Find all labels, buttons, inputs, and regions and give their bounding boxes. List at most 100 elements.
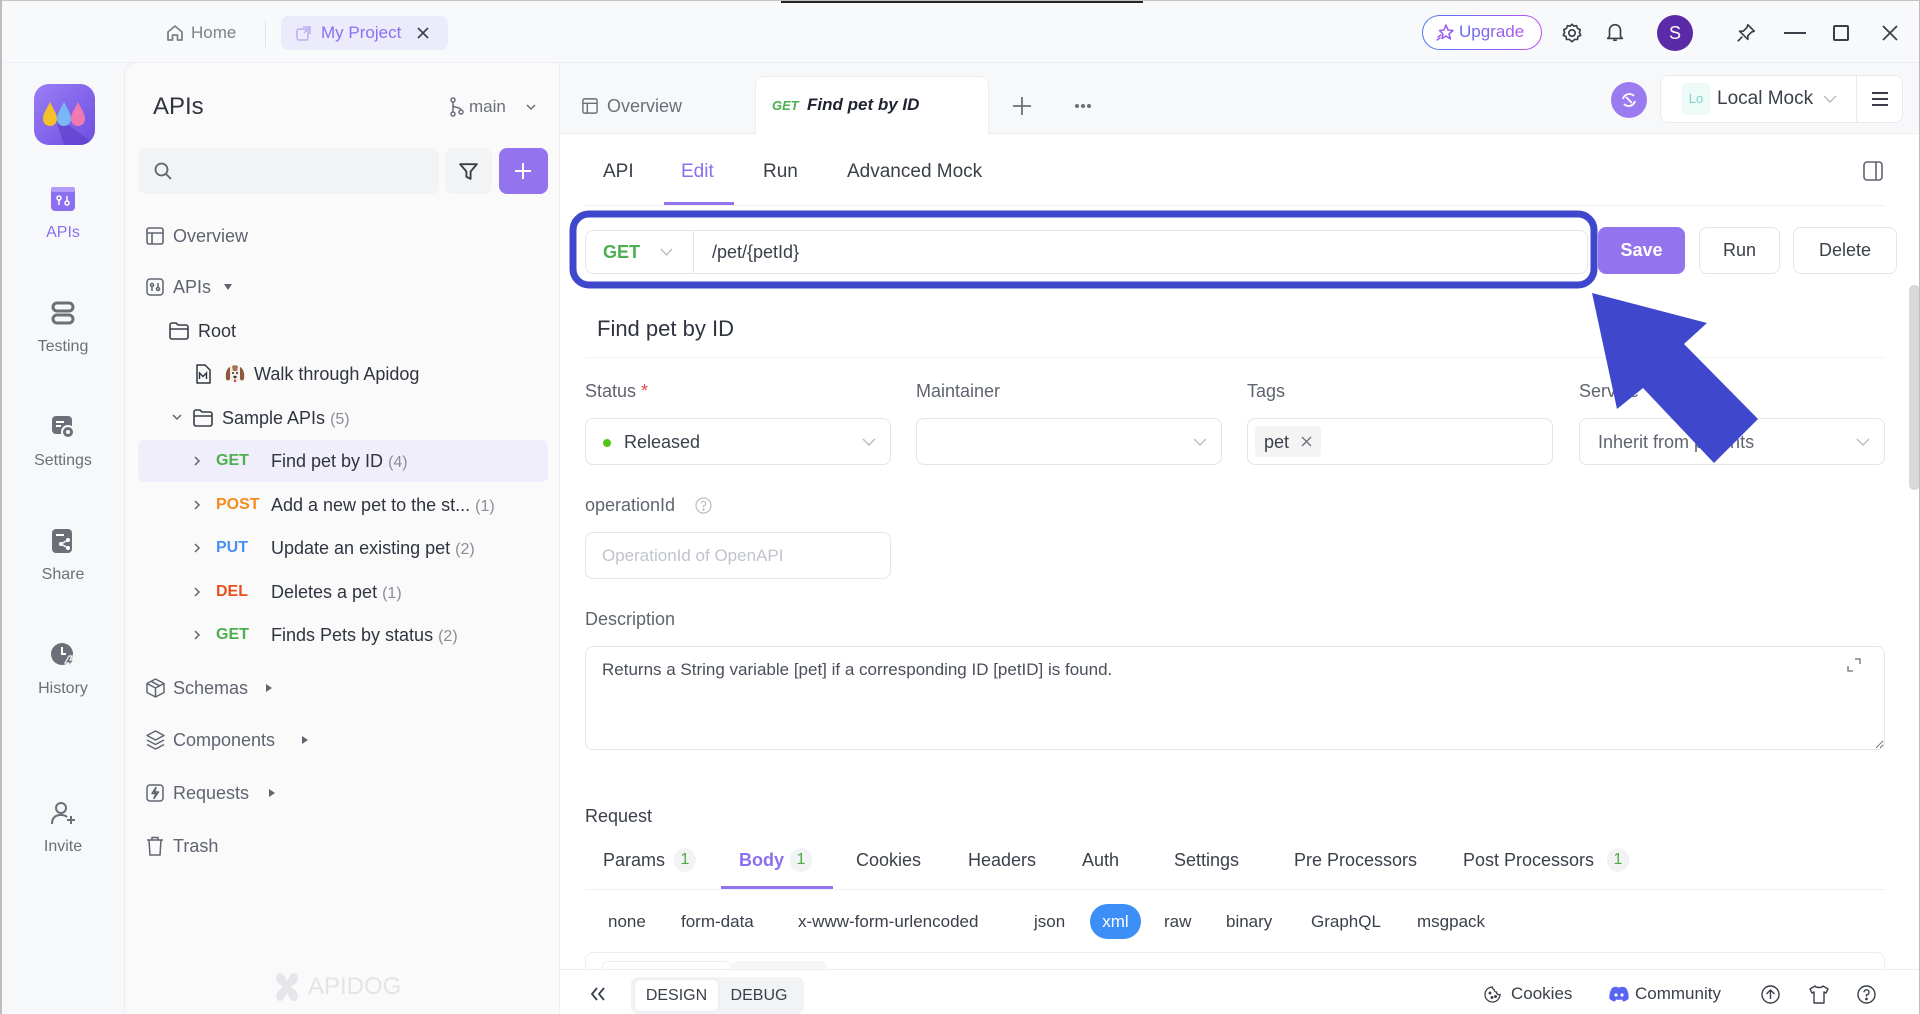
sidebar-item-requests[interactable]: Requests bbox=[138, 772, 548, 814]
maintainer-select[interactable] bbox=[916, 418, 1222, 465]
tree-endpoint[interactable]: GET Find pet by ID (4) bbox=[138, 440, 548, 482]
delete-button[interactable]: Delete bbox=[1793, 227, 1897, 274]
subtab-advanced-mock[interactable]: Advanced Mock bbox=[847, 160, 982, 184]
subtab-run[interactable]: Run bbox=[763, 160, 798, 184]
method-select[interactable]: GET bbox=[586, 231, 694, 273]
home-tab[interactable]: Home bbox=[162, 17, 252, 49]
body-type-urlencoded[interactable]: x-www-form-urlencoded bbox=[798, 910, 978, 934]
subtab-api[interactable]: API bbox=[603, 160, 634, 184]
environment-selector[interactable]: Lo Local Mock bbox=[1660, 75, 1903, 123]
search-input[interactable] bbox=[178, 148, 428, 194]
filter-button[interactable] bbox=[445, 148, 492, 194]
body-type-msgpack[interactable]: msgpack bbox=[1417, 910, 1485, 934]
chevron-right-icon[interactable] bbox=[193, 455, 201, 467]
collapse-sidebar-icon[interactable] bbox=[590, 987, 606, 1001]
more-tabs-icon[interactable] bbox=[1074, 103, 1092, 109]
caret-right-icon[interactable] bbox=[269, 789, 275, 797]
body-type-json[interactable]: json bbox=[1034, 910, 1065, 934]
gear-icon[interactable] bbox=[1561, 22, 1583, 44]
maximize-icon[interactable] bbox=[1833, 25, 1849, 41]
sync-button[interactable] bbox=[1611, 82, 1647, 118]
window-top-strip bbox=[781, 1, 1143, 3]
tree-endpoint[interactable]: POST Add a new pet to the st... (1) bbox=[138, 484, 548, 526]
body-type-none[interactable]: none bbox=[608, 910, 646, 934]
tree-endpoint[interactable]: GET Finds Pets by status (2) bbox=[138, 614, 548, 656]
chevron-right-icon[interactable] bbox=[193, 542, 201, 554]
request-tab-headers[interactable]: Headers bbox=[968, 848, 1036, 872]
upload-circle-icon[interactable] bbox=[1761, 985, 1780, 1004]
rail-item-settings[interactable]: Settings bbox=[2, 414, 124, 484]
tab-find-pet-by-id[interactable]: GET Find pet by ID bbox=[755, 76, 989, 135]
tags-select[interactable]: pet bbox=[1247, 418, 1553, 465]
tree-folder-sample-apis[interactable]: Sample APIs (5) bbox=[138, 397, 548, 439]
rail-item-testing[interactable]: Testing bbox=[2, 300, 124, 370]
sidebar-item-schemas[interactable]: Schemas bbox=[138, 667, 548, 709]
community-link[interactable]: Community bbox=[1635, 982, 1721, 1006]
sidebar-item-overview[interactable]: Overview bbox=[138, 215, 548, 257]
chevron-down-icon[interactable] bbox=[171, 413, 183, 421]
branch-selector[interactable]: main bbox=[445, 94, 545, 120]
tree-endpoint[interactable]: DEL Deletes a pet (1) bbox=[138, 571, 548, 613]
operation-id-input[interactable] bbox=[585, 532, 891, 579]
side-panel-toggle-icon[interactable] bbox=[1863, 161, 1883, 181]
user-avatar[interactable]: S bbox=[1657, 15, 1693, 51]
description-textarea[interactable]: Returns a String variable [pet] if a cor… bbox=[585, 646, 1885, 750]
request-tab-body[interactable]: Body bbox=[739, 848, 784, 872]
expand-icon[interactable] bbox=[1847, 658, 1861, 672]
chevron-right-icon[interactable] bbox=[193, 629, 201, 641]
minimize-icon[interactable] bbox=[1784, 32, 1806, 34]
tab-overview[interactable]: Overview bbox=[582, 93, 712, 119]
body-type-binary[interactable]: binary bbox=[1226, 910, 1272, 934]
request-tab-settings[interactable]: Settings bbox=[1174, 848, 1239, 872]
chevron-right-icon[interactable] bbox=[193, 499, 201, 511]
close-window-icon[interactable] bbox=[1881, 24, 1899, 42]
hamburger-menu-icon[interactable] bbox=[1871, 91, 1889, 107]
bell-icon[interactable] bbox=[1604, 21, 1626, 43]
run-button[interactable]: Run bbox=[1699, 227, 1780, 274]
subtab-edit[interactable]: Edit bbox=[681, 160, 714, 184]
add-button[interactable] bbox=[499, 148, 548, 194]
save-button[interactable]: Save bbox=[1598, 227, 1685, 274]
main-scrollbar[interactable] bbox=[1909, 285, 1919, 490]
cookies-link[interactable]: Cookies bbox=[1511, 982, 1572, 1006]
request-tab-params[interactable]: Params bbox=[603, 848, 665, 872]
tree-endpoint[interactable]: PUT Update an existing pet (2) bbox=[138, 527, 548, 569]
body-type-raw[interactable]: raw bbox=[1164, 910, 1191, 934]
mode-design[interactable]: DESIGN bbox=[635, 980, 718, 1011]
new-tab-plus-icon[interactable] bbox=[1012, 96, 1032, 116]
request-tab-auth[interactable]: Auth bbox=[1082, 848, 1119, 872]
sidebar-item-trash[interactable]: Trash bbox=[138, 825, 548, 867]
service-select[interactable]: Inherit from parents bbox=[1579, 418, 1885, 465]
url-path-input[interactable]: /pet/{petId} bbox=[712, 240, 799, 264]
body-type-form-data[interactable]: form-data bbox=[681, 910, 754, 934]
status-select[interactable]: Released bbox=[585, 418, 891, 465]
request-tab-cookies[interactable]: Cookies bbox=[856, 848, 921, 872]
caret-right-icon[interactable] bbox=[266, 684, 272, 692]
body-type-xml[interactable]: xml bbox=[1090, 904, 1141, 939]
upgrade-button[interactable]: Upgrade bbox=[1422, 15, 1542, 50]
shirt-icon[interactable] bbox=[1809, 985, 1829, 1004]
help-icon[interactable] bbox=[1857, 985, 1876, 1004]
body-type-graphql[interactable]: GraphQL bbox=[1311, 910, 1381, 934]
sidebar-item-apis[interactable]: APIs bbox=[138, 266, 548, 308]
caret-right-icon[interactable] bbox=[302, 736, 308, 744]
tree-doc-walkthrough[interactable]: Walk through Apidog bbox=[138, 353, 548, 395]
project-tab[interactable]: My Project bbox=[281, 16, 448, 50]
remove-tag-icon[interactable] bbox=[1301, 436, 1312, 447]
close-tab-icon[interactable] bbox=[416, 26, 430, 40]
rail-item-apis[interactable]: APIs bbox=[2, 186, 124, 256]
mode-debug[interactable]: DEBUG bbox=[719, 980, 799, 1011]
sidebar-item-components[interactable]: Components bbox=[138, 719, 548, 761]
request-tab-pre-processors[interactable]: Pre Processors bbox=[1294, 848, 1417, 872]
tree-folder-root[interactable]: Root bbox=[138, 310, 548, 352]
rail-item-history[interactable]: History bbox=[2, 642, 124, 712]
chevron-right-icon[interactable] bbox=[193, 586, 201, 598]
caret-down-icon[interactable] bbox=[224, 284, 232, 290]
help-circle-icon[interactable] bbox=[695, 497, 712, 514]
rail-item-invite[interactable]: Invite bbox=[2, 800, 124, 870]
pin-icon[interactable] bbox=[1735, 22, 1757, 44]
rail-item-share[interactable]: Share bbox=[2, 528, 124, 598]
api-name-input[interactable]: Find pet by ID bbox=[597, 317, 734, 341]
sidebar-search[interactable] bbox=[138, 148, 439, 194]
request-tab-post-processors[interactable]: Post Processors bbox=[1463, 848, 1594, 872]
